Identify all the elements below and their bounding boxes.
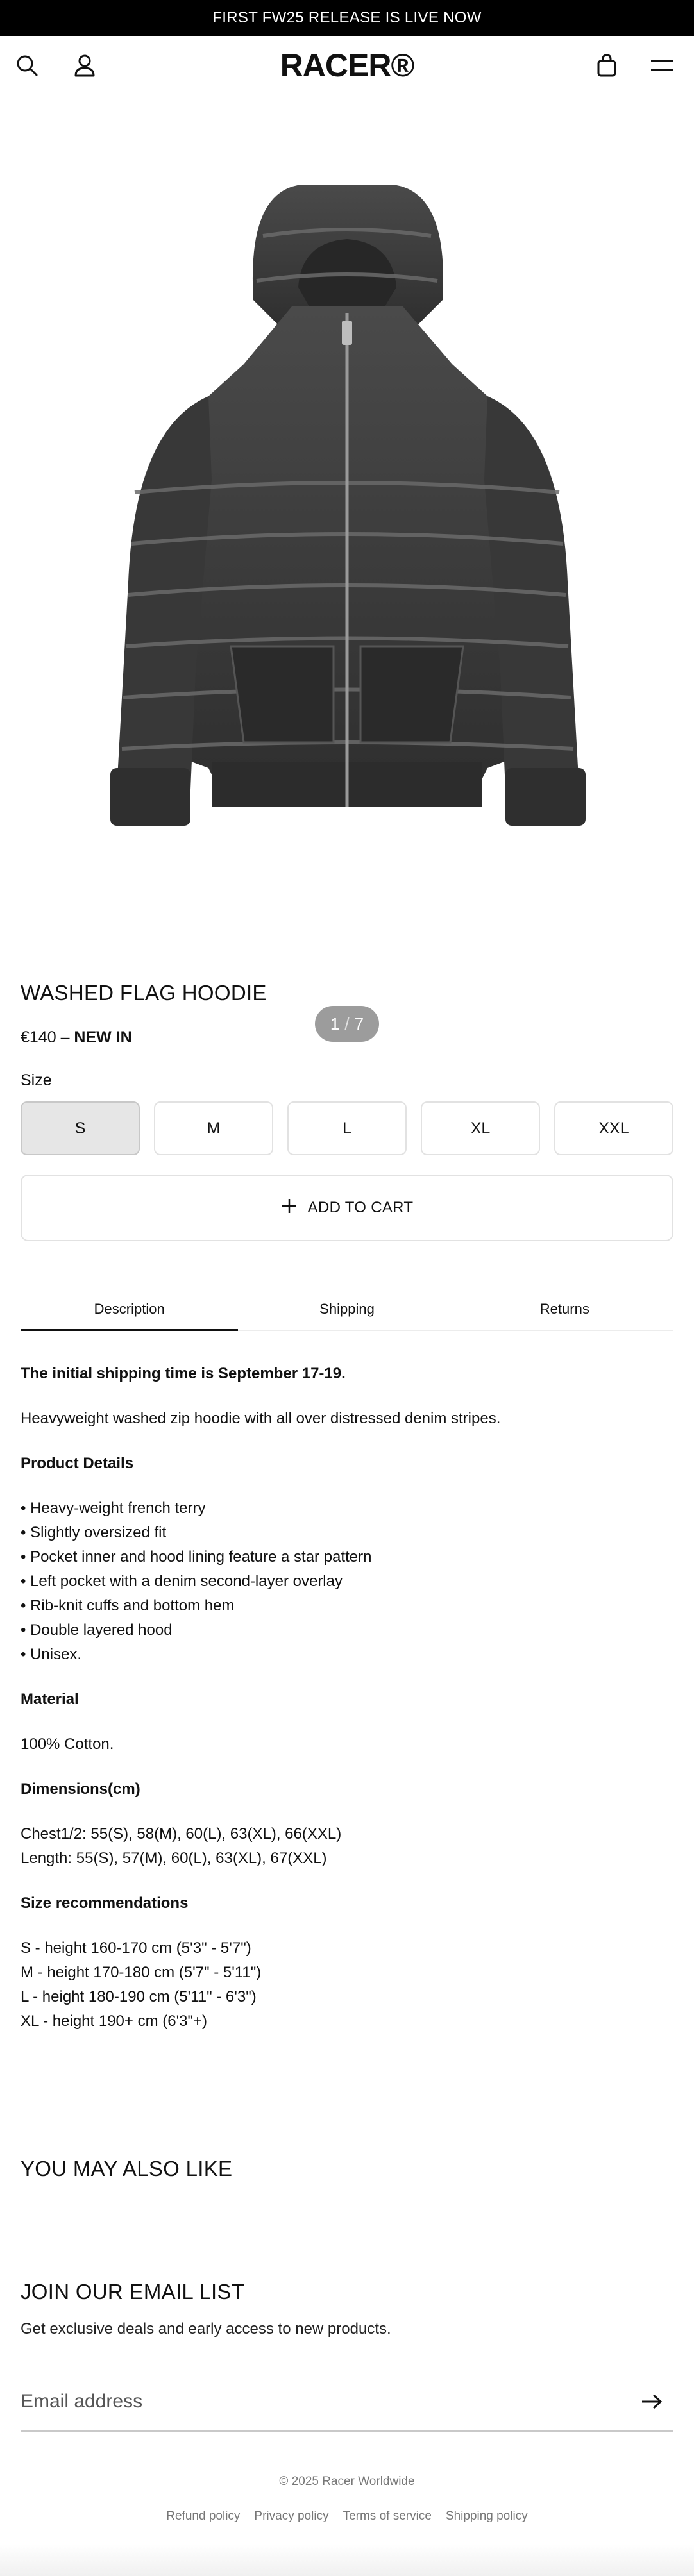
size-rec-line: M - height 170-180 cm (5'7" - 5'11") [21, 1964, 262, 1981]
gallery-current: 1 [330, 1014, 340, 1033]
plus-icon [281, 1198, 298, 1219]
copyright: © 2025 Racer Worldwide [279, 2475, 415, 2488]
tab-shipping[interactable]: Shipping [238, 1289, 455, 1330]
product-price: €140 [21, 1028, 56, 1046]
dimension-line: Chest1/2: 55(S), 58(M), 60(L), 63(XL), 6… [21, 1825, 342, 1843]
product-image-gallery[interactable]: 1 / 7 [0, 95, 694, 1042]
product-intro: Heavyweight washed zip hoodie with all o… [21, 1410, 501, 1427]
gallery-total: 7 [354, 1014, 364, 1033]
size-selector: S M L XL XXL [21, 1101, 673, 1155]
add-to-cart-label: ADD TO CART [307, 1199, 414, 1216]
detail-item: • Pocket inner and hood lining feature a… [21, 1548, 372, 1566]
detail-item: • Unisex. [21, 1646, 82, 1663]
size-label: Size [21, 1071, 52, 1089]
policy-links: Refund policy Privacy policy Terms of se… [0, 2509, 694, 2523]
product-title: WASHED FLAG HOODIE [21, 981, 267, 1005]
tab-description[interactable]: Description [21, 1289, 239, 1331]
add-to-cart-button[interactable]: ADD TO CART [21, 1175, 673, 1241]
email-input[interactable] [21, 2385, 598, 2418]
gallery-separator: / [344, 1014, 350, 1033]
also-like-heading: YOU MAY ALSO LIKE [21, 2157, 233, 2180]
size-rec-line: XL - height 190+ cm (6'3"+) [21, 2012, 208, 2030]
material-text: 100% Cotton. [21, 1735, 114, 1753]
size-option-xl[interactable]: XL [421, 1101, 540, 1155]
dimensions-heading: Dimensions(cm) [21, 1780, 140, 1798]
price-row: €140 – NEW IN [21, 1028, 132, 1047]
description-panel: The initial shipping time is September 1… [21, 1362, 673, 2034]
size-option-s[interactable]: S [21, 1101, 140, 1155]
announcement-bar: FIRST FW25 RELEASE IS LIVE NOW [0, 0, 694, 36]
site-header: RACER® [0, 36, 694, 95]
refund-policy-link[interactable]: Refund policy [166, 2509, 240, 2523]
size-rec-line: L - height 180-190 cm (5'11" - 6'3") [21, 1988, 257, 2005]
arrow-right-icon[interactable] [639, 2389, 664, 2414]
size-option-xxl[interactable]: XXL [554, 1101, 673, 1155]
material-heading: Material [21, 1691, 79, 1708]
size-rec-heading: Size recommendations [21, 1894, 189, 1912]
terms-of-service-link[interactable]: Terms of service [343, 2509, 432, 2523]
gallery-pager: 1 / 7 [315, 1006, 379, 1042]
newsletter-subtitle: Get exclusive deals and early access to … [21, 2320, 391, 2338]
size-option-l[interactable]: L [287, 1101, 407, 1155]
size-rec-line: S - height 160-170 cm (5'3" - 5'7") [21, 1939, 251, 1957]
detail-item: • Left pocket with a denim second-layer … [21, 1573, 343, 1590]
detail-item: • Double layered hood [21, 1621, 173, 1639]
announcement-text: FIRST FW25 RELEASE IS LIVE NOW [212, 9, 482, 26]
shipping-policy-link[interactable]: Shipping policy [446, 2509, 528, 2523]
new-in-badge: NEW IN [74, 1028, 132, 1046]
tab-returns[interactable]: Returns [456, 1289, 673, 1330]
details-heading: Product Details [21, 1455, 134, 1472]
price-separator: – [56, 1028, 74, 1046]
menu-icon[interactable] [643, 46, 681, 85]
info-tabs: Description Shipping Returns [21, 1289, 673, 1331]
size-option-m[interactable]: M [154, 1101, 273, 1155]
dimension-line: Length: 55(S), 57(M), 60(L), 63(XL), 67(… [21, 1850, 327, 1867]
page-bottom-edge [0, 2544, 694, 2576]
shipping-note: The initial shipping time is September 1… [21, 1365, 346, 1382]
email-signup-form [21, 2372, 673, 2432]
detail-item: • Heavy-weight french terry [21, 1500, 206, 1517]
detail-item: • Rib-knit cuffs and bottom hem [21, 1597, 235, 1614]
newsletter-heading: JOIN OUR EMAIL LIST [21, 2280, 245, 2304]
hoodie-product-image [110, 185, 586, 826]
privacy-policy-link[interactable]: Privacy policy [254, 2509, 328, 2523]
detail-item: • Slightly oversized fit [21, 1524, 167, 1541]
cart-bag-icon[interactable] [588, 46, 626, 85]
